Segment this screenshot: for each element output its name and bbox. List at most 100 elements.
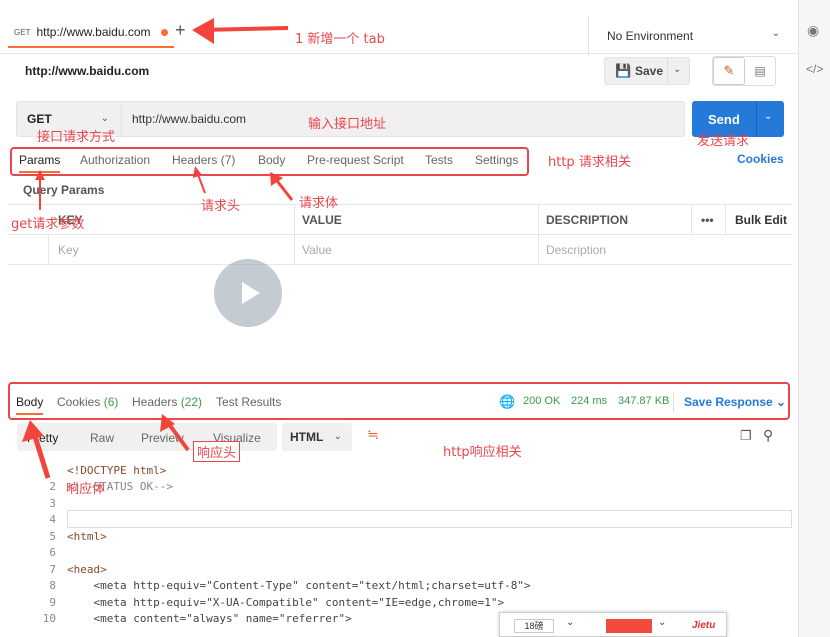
more-options-icon[interactable]: •••	[701, 213, 714, 227]
view-toggle: ✎ ▤	[712, 56, 776, 86]
tab-settings[interactable]: Settings	[475, 153, 518, 167]
tab-body[interactable]: Body	[258, 153, 285, 167]
response-code: <!DOCTYPE html> 2 <!--STATUS OK--> 3 4 5…	[8, 460, 792, 637]
pencil-icon[interactable]: ✎	[713, 57, 745, 85]
video-play-button[interactable]	[214, 259, 282, 327]
font-size-select[interactable]: 18磅	[514, 619, 554, 633]
tab-headers[interactable]: Headers (7)	[172, 153, 235, 167]
resp-tab-cookies-label: Cookies	[57, 395, 101, 409]
line-number: 10	[42, 612, 56, 625]
divider	[294, 205, 295, 235]
code-line: <meta http-equiv="X-UA-Compatible" conte…	[67, 596, 505, 609]
annotation-url: 输入接口地址	[308, 117, 387, 132]
code-line: <meta content="always" name="referrer">	[67, 612, 352, 625]
col-value: VALUE	[302, 213, 342, 227]
send-label: Send	[708, 111, 740, 127]
params-table: KEY VALUE DESCRIPTION ••• Bulk Edit Key …	[8, 204, 792, 266]
language-select[interactable]: HTML ⌄	[282, 423, 352, 451]
divider	[667, 58, 668, 84]
format-pretty[interactable]: Pretty	[27, 431, 58, 445]
annotation-resp-body: 响应体	[66, 482, 106, 497]
line-number: 3	[49, 497, 56, 510]
chevron-down-icon[interactable]: ⌄	[764, 111, 772, 122]
tab-authorization[interactable]: Authorization	[80, 153, 150, 167]
new-tab-plus-icon[interactable]: +	[175, 20, 186, 41]
divider	[538, 205, 539, 235]
divider	[725, 205, 726, 235]
url-value: http://www.baidu.com	[132, 112, 247, 126]
play-icon	[242, 282, 260, 304]
response-size: 347.87 KB	[618, 395, 670, 407]
annotation-send: 发送请求	[697, 134, 750, 149]
method-label: GET	[27, 112, 52, 126]
code-line: <!DOCTYPE html>	[67, 464, 167, 477]
floppy-icon: 💾	[615, 63, 632, 78]
line-number: 6	[49, 546, 56, 559]
format-preview[interactable]: Preview	[141, 431, 184, 445]
unsaved-dot-icon	[160, 28, 168, 36]
resp-tab-headers[interactable]: Headers (22)	[132, 395, 202, 409]
resp-tab-test-results[interactable]: Test Results	[216, 395, 281, 409]
chevron-down-icon[interactable]: ⌄	[673, 64, 681, 75]
response-time: 224 ms	[571, 395, 608, 407]
status-code: 200 OK	[523, 395, 561, 407]
cookies-link[interactable]: Cookies	[737, 152, 784, 166]
chevron-down-icon[interactable]: ⌄	[658, 617, 666, 628]
divider	[538, 235, 539, 265]
chevron-down-icon: ⌄	[100, 113, 109, 124]
query-params-label: Query Params	[23, 183, 105, 197]
code-line: <html>	[67, 530, 107, 543]
format-raw[interactable]: Raw	[90, 431, 114, 445]
save-response-label: Save Response	[684, 395, 773, 409]
language-label: HTML	[290, 430, 324, 444]
resp-tab-cookies[interactable]: Cookies (6)	[57, 395, 118, 409]
request-tabs: Params Authorization Headers (7) Body Pr…	[10, 147, 529, 176]
eye-icon[interactable]: ◉	[807, 22, 819, 39]
chevron-down-icon: ⌄	[333, 431, 342, 442]
divider	[756, 101, 757, 137]
divider	[691, 205, 692, 235]
cookies-count: (6)	[103, 395, 119, 409]
copy-icon[interactable]: ❐	[740, 428, 752, 444]
bulk-edit-button[interactable]: Bulk Edit	[735, 213, 787, 227]
description-input[interactable]: Description	[546, 243, 606, 257]
tab-pre-request-script[interactable]: Pre-request Script	[307, 153, 404, 167]
globe-icon[interactable]: 🌐	[499, 394, 515, 410]
code-line: <meta http-equiv="Content-Type" content=…	[67, 579, 531, 592]
code-line: <head>	[67, 563, 107, 576]
comment-icon[interactable]: ▤	[745, 57, 775, 85]
key-input[interactable]: Key	[58, 243, 79, 257]
save-response-button[interactable]: Save Response ⌄	[684, 395, 786, 409]
color-swatch[interactable]	[606, 619, 652, 633]
request-tab[interactable]: GET http://www.baidu.com	[8, 18, 174, 48]
tab-tests[interactable]: Tests	[425, 153, 453, 167]
tab-params[interactable]: Params	[19, 153, 61, 173]
divider	[48, 235, 49, 265]
url-input[interactable]: http://www.baidu.com	[122, 101, 685, 137]
chevron-down-icon: ⌄	[771, 28, 780, 39]
environment-select[interactable]: No Environment ⌄	[588, 16, 798, 56]
annotation-new-tab: 1 新增一个 tab	[295, 32, 385, 47]
divider	[294, 235, 295, 265]
search-icon[interactable]: ⚲	[763, 427, 773, 444]
annotation-method: 接口请求方式	[37, 130, 116, 145]
response-bar: Body Cookies (6) Headers (22) Test Resul…	[8, 382, 790, 420]
save-button[interactable]: 💾 Save ⌄	[604, 57, 690, 85]
annotation-get-params: get请求参数	[11, 217, 85, 232]
wrap-lines-icon[interactable]: ≒	[362, 426, 384, 448]
environment-label: No Environment	[607, 29, 694, 43]
resp-tab-body[interactable]: Body	[16, 395, 44, 415]
line-number: 4	[49, 513, 56, 526]
chevron-down-icon[interactable]: ⌄	[566, 617, 574, 628]
line-number: 2	[49, 480, 56, 493]
annotation-req-body: 请求体	[299, 196, 339, 211]
line-number: 8	[49, 579, 56, 592]
headers-count: (22)	[180, 395, 203, 409]
table-header-row: KEY VALUE DESCRIPTION ••• Bulk Edit	[8, 205, 792, 235]
value-input[interactable]: Value	[302, 243, 332, 257]
annotation-http-response: http响应相关	[443, 445, 522, 460]
tab-method: GET	[14, 27, 31, 37]
code-icon[interactable]: </>	[806, 62, 823, 76]
jietu-logo: Jietu	[692, 620, 716, 631]
save-label: Save	[635, 64, 664, 78]
